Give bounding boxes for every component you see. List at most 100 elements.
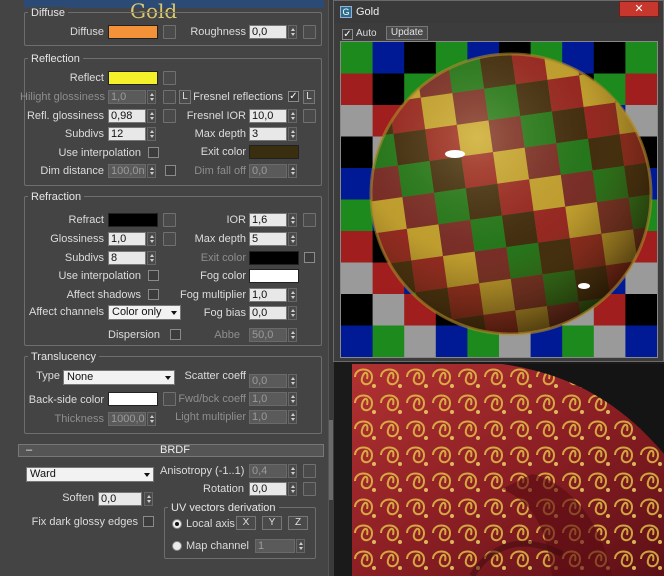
hilight-field[interactable]: 1,0: [108, 90, 146, 104]
refr-gloss-field[interactable]: 1,0: [108, 232, 146, 246]
close-button[interactable]: ✕: [619, 1, 659, 17]
transl-type-dropdown[interactable]: None: [63, 370, 175, 385]
refr-interp-checkbox[interactable]: [148, 270, 159, 281]
brdf-collapse-icon[interactable]: –: [26, 444, 32, 456]
map-channel-radio[interactable]: [172, 541, 182, 551]
checker-tile: [625, 42, 658, 74]
axis-x-button[interactable]: X: [236, 516, 256, 530]
aniso-field[interactable]: 0,4: [249, 464, 287, 478]
brdf-type-dropdown[interactable]: Ward: [26, 467, 154, 482]
refr-exit-swatch[interactable]: [249, 251, 299, 265]
refr-gloss-spinner[interactable]: [147, 232, 156, 246]
refl-gloss-spinner[interactable]: [147, 109, 156, 123]
refl-maxdepth-field[interactable]: 3: [249, 127, 287, 141]
fixdark-checkbox[interactable]: [143, 516, 154, 527]
rotation-map-button[interactable]: [303, 482, 316, 496]
fog-bias-label: Fog bias: [203, 307, 246, 319]
refl-gloss-map-button[interactable]: [163, 109, 176, 123]
affect-channels-value: Color only: [112, 306, 162, 318]
affect-shadows-label: Affect shadows: [66, 289, 141, 301]
fwd-spinner[interactable]: [288, 392, 297, 406]
roughness-field[interactable]: 0,0: [249, 25, 287, 39]
hilight-map-button[interactable]: [163, 90, 176, 104]
checker-tile: [372, 325, 405, 358]
thickness-field[interactable]: 1000,0: [108, 412, 146, 426]
scroll-thumb[interactable]: [329, 420, 333, 500]
fog-mult-field[interactable]: 1,0: [249, 288, 287, 302]
refract-map-button[interactable]: [163, 213, 176, 227]
diffuse-map-button[interactable]: [163, 25, 176, 39]
ior-map-button[interactable]: [303, 213, 316, 227]
auto-checkbox[interactable]: ✓: [342, 29, 353, 40]
ior-spinner[interactable]: [288, 213, 297, 227]
reflect-map-button[interactable]: [163, 71, 176, 85]
fog-bias-spinner[interactable]: [288, 306, 297, 320]
refl-maxdepth-spinner[interactable]: [288, 127, 297, 141]
refr-subdivs-spinner[interactable]: [147, 251, 156, 265]
map-channel-spinner[interactable]: [296, 539, 305, 553]
checker-tile: [341, 168, 374, 200]
axis-y-button[interactable]: Y: [262, 516, 282, 530]
refract-swatch[interactable]: [108, 213, 158, 227]
refr-maxdepth-field[interactable]: 5: [249, 232, 287, 246]
refr-subdivs-field[interactable]: 8: [108, 251, 146, 265]
backside-swatch[interactable]: [108, 392, 158, 406]
refl-exit-swatch[interactable]: [249, 145, 299, 159]
thickness-spinner[interactable]: [147, 412, 156, 426]
refr-exit-checkbox[interactable]: [304, 252, 315, 263]
refr-gloss-map-button[interactable]: [163, 232, 176, 246]
refl-subdivs-field[interactable]: 12: [108, 127, 146, 141]
dimfall-spinner[interactable]: [288, 164, 297, 178]
light-mult-field[interactable]: 1,0: [249, 410, 287, 424]
refl-interp-checkbox[interactable]: [148, 147, 159, 158]
refr-maxdepth-spinner[interactable]: [288, 232, 297, 246]
hilight-spinner[interactable]: [147, 90, 156, 104]
dimdist-field[interactable]: 100,0n: [108, 164, 146, 178]
refl-subdivs-spinner[interactable]: [147, 127, 156, 141]
fwd-field[interactable]: 1,0: [249, 392, 287, 406]
fog-mult-label: Fog multiplier: [179, 289, 246, 301]
uv-title: UV vectors derivation: [168, 502, 279, 514]
affect-channels-dropdown[interactable]: Color only: [108, 305, 181, 320]
brdf-type-value: Ward: [30, 468, 56, 480]
fresnel-ior-field[interactable]: 10,0: [249, 109, 287, 123]
light-mult-spinner[interactable]: [288, 410, 297, 424]
fixdark-label: Fix dark glossy edges: [31, 516, 138, 528]
scatter-spinner[interactable]: [288, 374, 297, 388]
roughness-spinner[interactable]: [288, 25, 297, 39]
dispersion-checkbox[interactable]: [170, 329, 181, 340]
preview-titlebar[interactable]: G Gold ✕: [334, 1, 663, 23]
abbe-field[interactable]: 50,0: [249, 328, 287, 342]
fresnel-ior-spinner[interactable]: [288, 109, 297, 123]
reflect-swatch[interactable]: [108, 71, 158, 85]
soften-spinner[interactable]: [144, 492, 153, 506]
fog-color-label: Fog color: [200, 270, 246, 282]
dimdist-checkbox[interactable]: [165, 165, 176, 176]
abbe-spinner[interactable]: [288, 328, 297, 342]
local-axis-radio[interactable]: [172, 519, 182, 529]
update-button[interactable]: Update: [386, 26, 428, 40]
dimdist-spinner[interactable]: [147, 164, 156, 178]
ior-field[interactable]: 1,6: [249, 213, 287, 227]
dimfall-field[interactable]: 0,0: [249, 164, 287, 178]
refl-gloss-field[interactable]: 0,98: [108, 109, 146, 123]
fog-bias-field[interactable]: 0,0: [249, 306, 287, 320]
soften-field[interactable]: 0,0: [98, 492, 142, 506]
axis-z-button[interactable]: Z: [288, 516, 308, 530]
aniso-map-button[interactable]: [303, 464, 316, 478]
map-channel-field[interactable]: 1: [255, 539, 295, 553]
diffuse-swatch[interactable]: [108, 25, 158, 39]
fog-mult-spinner[interactable]: [288, 288, 297, 302]
fog-color-swatch[interactable]: [249, 269, 299, 283]
fresnel-lock-button[interactable]: L: [303, 90, 315, 104]
aniso-spinner[interactable]: [288, 464, 297, 478]
checker-tile: [372, 42, 405, 74]
fresnel-ior-map-button[interactable]: [303, 109, 316, 123]
checker-tile: [593, 325, 626, 358]
rotation-spinner[interactable]: [288, 482, 297, 496]
scatter-field[interactable]: 0,0: [249, 374, 287, 388]
rotation-field[interactable]: 0,0: [249, 482, 287, 496]
roughness-map-button[interactable]: [303, 25, 316, 39]
fresnel-checkbox[interactable]: ✓: [288, 91, 299, 102]
affect-shadows-checkbox[interactable]: [148, 289, 159, 300]
